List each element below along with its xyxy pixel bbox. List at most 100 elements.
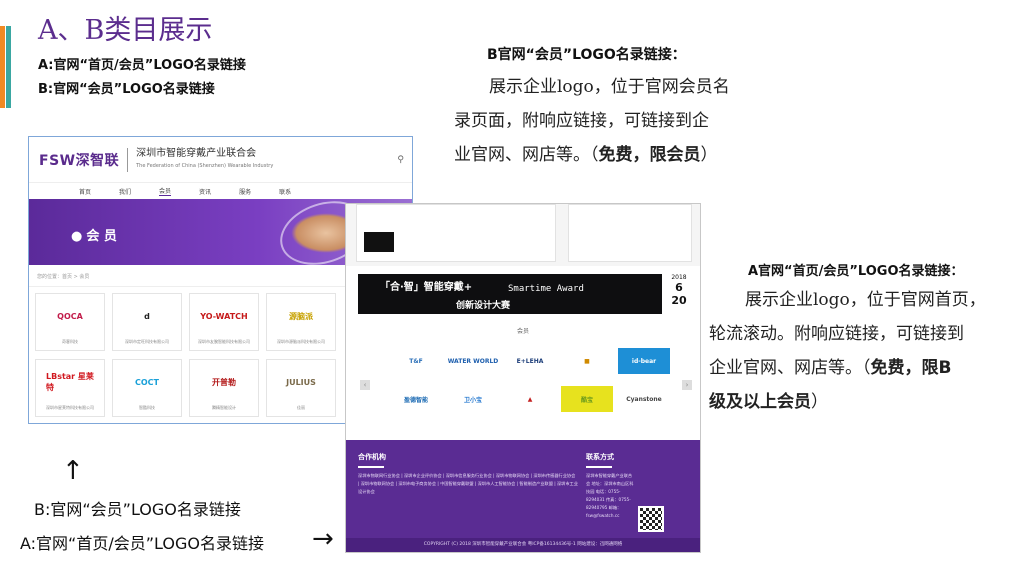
member-logo-card[interactable]: QOCA 奇客科技 bbox=[35, 293, 105, 351]
copyright: COPYRIGHT (C) 2018 深圳市智能穿戴产业联合会 粤ICP备161… bbox=[346, 538, 700, 552]
member-logo: LBstar 星莱特 bbox=[46, 372, 94, 392]
accent-bar-teal bbox=[6, 26, 11, 108]
header-divider bbox=[127, 147, 129, 172]
section-b-line2: 录页面，附响应链接，可链接到企 bbox=[454, 111, 709, 131]
member-logo-card[interactable]: YO-WATCH 深圳市友腕智能科技有限公司 bbox=[189, 293, 259, 351]
member-name: 腾精智能设计 bbox=[212, 405, 236, 410]
member-logo-card[interactable]: LBstar 星莱特深圳市星莱特科技有限公司 bbox=[35, 359, 105, 417]
nav-contact[interactable]: 联系 bbox=[279, 187, 291, 196]
slide-title: A、B类目展示 bbox=[38, 15, 213, 46]
footer-contact-text: 深圳市智能穿戴产业联合会 地址：深圳市南山区科技园 电话：0755-829403… bbox=[586, 473, 634, 518]
nav-news[interactable]: 资讯 bbox=[199, 187, 211, 196]
section-b-line3-end: ） bbox=[700, 145, 718, 165]
member-name: 智酷科技 bbox=[139, 405, 155, 410]
footer-partners-links[interactable]: 深圳市物联网行业协会 | 深圳市企业评价协会 | 深圳市信息服务行业协会 | 深… bbox=[358, 472, 578, 496]
member-logo-card[interactable]: 源脑派深圳市源脑派科技有限公司 bbox=[266, 293, 336, 351]
member-name: 深圳市星莱特科技有限公司 bbox=[46, 405, 94, 410]
section-b-header: B官网“会员”LOGO名录链接： bbox=[487, 47, 686, 63]
news-block bbox=[568, 204, 692, 262]
site-nav: 首页 我们 会员 资讯 服务 联系 bbox=[29, 183, 412, 199]
arrow-right-icon: → bbox=[312, 524, 334, 554]
member-name: 佳丽 bbox=[297, 405, 305, 410]
member-logo-card[interactable]: COCT 智酷科技 bbox=[112, 359, 182, 417]
site-footer: 合作机构 深圳市物联网行业协会 | 深圳市企业评价协会 | 深圳市信息服务行业协… bbox=[346, 440, 700, 552]
carousel-member-logo[interactable]: E+LEHA bbox=[504, 348, 556, 374]
section-a-line4-end: ） bbox=[811, 392, 828, 412]
member-name: 奇客科技 bbox=[62, 339, 78, 344]
member-logo: d bbox=[144, 311, 150, 321]
member-logo-grid: QOCA 奇客科技 d 深圳市定旺科技有限公司 YO-WATCH 深圳市友腕智能科技有限公… bbox=[35, 293, 365, 417]
arrow-up-icon: ↑ bbox=[62, 456, 84, 486]
carousel-next-icon[interactable]: › bbox=[682, 380, 692, 390]
section-a-line2: 轮流滚动。附响应链接，可链接到 bbox=[709, 324, 964, 344]
section-a-line4: 级及以上会员） bbox=[709, 385, 828, 419]
carousel-member-logo[interactable]: 盈德智能 bbox=[390, 386, 442, 412]
news-thumbnail bbox=[364, 232, 394, 252]
nav-about[interactable]: 我们 bbox=[119, 187, 131, 196]
member-logo: YO-WATCH bbox=[200, 311, 248, 321]
caption-b: B:官网“会员”LOGO名录链接 bbox=[34, 500, 241, 519]
banner-title: ● 会 员 bbox=[71, 225, 117, 244]
member-name: 深圳市源脑派科技有限公司 bbox=[277, 339, 325, 344]
section-a-line4-bold: 级及以上会员 bbox=[709, 392, 811, 412]
subtitle-a: A:官网“首页/会员”LOGO名录链接 bbox=[38, 58, 246, 73]
carousel-prev-icon[interactable]: ‹ bbox=[360, 380, 370, 390]
site-logo[interactable]: FSW深智联 bbox=[39, 150, 119, 170]
member-logo-card[interactable]: JULIUS 佳丽 bbox=[266, 359, 336, 417]
date-year: 2018 bbox=[671, 274, 687, 281]
section-b-line1: 展示企业logo，位于官网会员名 bbox=[489, 77, 730, 97]
section-a-line3-bold: 免费，限B bbox=[870, 358, 952, 378]
member-logo-carousel: T&F WATER WORLD E+LEHA ■ id-bear 盈德智能 卫小宝 ▲ 酷宝 Cy… bbox=[390, 348, 670, 412]
footer-divider bbox=[358, 466, 384, 468]
contest-banner-en: Smartime Award bbox=[508, 284, 584, 294]
accent-bar-orange bbox=[0, 26, 5, 108]
org-name: 深圳市智能穿戴产业联合会 The Federation of China (She… bbox=[136, 148, 273, 172]
caption-a: A:官网“首页/会员”LOGO名录链接 bbox=[20, 534, 264, 553]
carousel-member-logo[interactable]: id-bear bbox=[618, 348, 670, 374]
news-area bbox=[346, 204, 700, 266]
subtitle-b: B:官网“会员”LOGO名录链接 bbox=[38, 82, 215, 97]
section-a-line1: 展示企业logo，位于官网首页， bbox=[745, 290, 986, 310]
carousel-member-logo[interactable]: T&F bbox=[390, 348, 442, 374]
footer-contact-title: 联系方式 bbox=[586, 453, 614, 461]
home-page-screenshot: 「合·智」智能穿戴+ Smartime Award 创新设计大赛 2018 6 … bbox=[345, 203, 701, 553]
carousel-member-logo[interactable]: ▲ bbox=[504, 386, 556, 412]
member-name: 深圳市定旺科技有限公司 bbox=[125, 339, 169, 344]
section-b-line3: 业官网、网店等。（免费，限会员） bbox=[454, 138, 718, 172]
carousel-member-logo[interactable]: 酷宝 bbox=[561, 386, 613, 412]
banner-date: 2018 6 20 bbox=[664, 274, 694, 314]
date-month: 6 bbox=[675, 281, 683, 294]
member-logo: QOCA bbox=[57, 311, 83, 321]
date-day: 20 bbox=[671, 294, 687, 307]
people-icon: ● bbox=[71, 229, 83, 244]
contest-banner[interactable]: 「合·智」智能穿戴+ Smartime Award 创新设计大赛 bbox=[358, 274, 662, 314]
org-name-en: The Federation of China (Shenzhen) Weara… bbox=[136, 162, 274, 169]
org-name-cn: 深圳市智能穿戴产业联合会 bbox=[136, 147, 257, 159]
member-logo: 源脑派 bbox=[289, 311, 313, 321]
carousel-member-logo[interactable]: 卫小宝 bbox=[447, 386, 499, 412]
member-logo: JULIUS bbox=[286, 377, 316, 387]
member-logo-card[interactable]: d 深圳市定旺科技有限公司 bbox=[112, 293, 182, 351]
section-b-line3-bold: 免费，限会员 bbox=[598, 145, 701, 165]
member-logo: COCT bbox=[135, 377, 159, 387]
contest-banner-sub: 创新设计大赛 bbox=[456, 301, 511, 311]
banner-title-text: 会 员 bbox=[86, 229, 117, 244]
member-logo-card[interactable]: 开普勒 腾精智能设计 bbox=[189, 359, 259, 417]
section-b-line3-text: 业官网、网店等。（ bbox=[454, 145, 599, 165]
carousel-member-logo[interactable]: ■ bbox=[561, 348, 613, 374]
footer-divider bbox=[586, 466, 612, 468]
contest-banner-title: 「合·智」智能穿戴+ bbox=[380, 282, 473, 293]
carousel-member-logo[interactable]: Cyanstone bbox=[618, 386, 670, 412]
section-a-header: A官网“首页/会员”LOGO名录链接： bbox=[748, 264, 964, 279]
nav-home[interactable]: 首页 bbox=[79, 187, 91, 196]
nav-services[interactable]: 服务 bbox=[239, 187, 251, 196]
member-name: 深圳市友腕智能科技有限公司 bbox=[198, 339, 250, 344]
section-a-line3-text: 企业官网、网店等。（ bbox=[709, 358, 871, 378]
member-logo: 开普勒 bbox=[212, 377, 236, 387]
footer-partners-title: 合作机构 bbox=[358, 453, 386, 461]
nav-members[interactable]: 会员 bbox=[159, 186, 172, 196]
carousel-member-logo[interactable]: WATER WORLD bbox=[447, 348, 499, 374]
members-section-label: 会员 bbox=[516, 328, 529, 335]
search-icon[interactable]: ⚲ bbox=[397, 155, 404, 165]
qr-code-icon bbox=[638, 506, 664, 532]
